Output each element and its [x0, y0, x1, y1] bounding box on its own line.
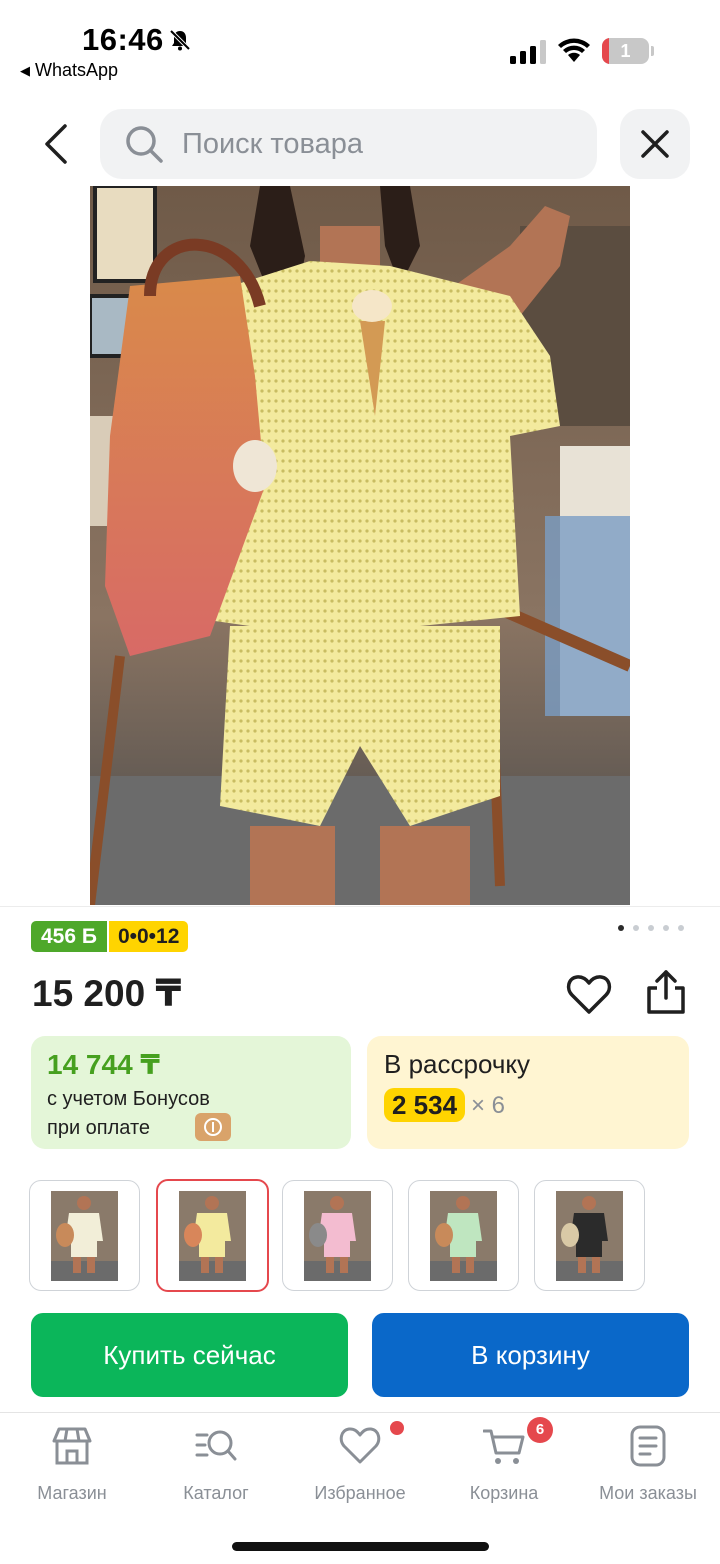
cart-count-badge: 6 [527, 1417, 553, 1443]
variant-thumbnail-black[interactable] [534, 1180, 645, 1291]
section-divider [0, 906, 720, 907]
share-icon [647, 970, 685, 1014]
search-input[interactable] [182, 127, 562, 161]
tab-cart[interactable]: Корзина [432, 1425, 576, 1504]
gallery-dot [648, 925, 654, 931]
cellular-signal-icon [510, 40, 546, 64]
variant-image [51, 1191, 118, 1281]
installment-badge: 0•0•12 [108, 921, 189, 952]
bonus-price-card[interactable]: 14 744 ₸ с учетом Бонусов при оплате [31, 1036, 351, 1149]
variant-image [430, 1191, 497, 1281]
back-app-label: WhatsApp [35, 60, 119, 80]
tab-orders-label: Мои заказы [599, 1483, 697, 1503]
gallery-dot [633, 925, 639, 931]
variant-image [179, 1191, 246, 1281]
share-button[interactable] [643, 968, 689, 1016]
search-bar[interactable] [100, 109, 597, 179]
bonus-badge: 456 Б [31, 921, 107, 952]
back-button[interactable] [30, 116, 80, 172]
chevron-left-icon [45, 124, 67, 164]
battery-indicator: 1 [602, 38, 654, 64]
bottom-tab-bar: Магазин Каталог Избранное Корзина 6 Мои … [0, 1413, 720, 1523]
cart-icon [483, 1429, 525, 1464]
gallery-dot [678, 925, 684, 931]
product-price: 15 200 ₸ [32, 973, 182, 1014]
home-indicator[interactable] [232, 1542, 489, 1551]
product-image [90, 186, 630, 905]
tab-favorites[interactable]: Избранное [288, 1425, 432, 1504]
bonus-note-line2: при оплате [47, 1117, 151, 1139]
favorite-button[interactable] [566, 972, 612, 1016]
installment-title: В рассрочку [384, 1049, 531, 1079]
tab-catalog-label: Каталог [183, 1483, 249, 1503]
close-button[interactable] [620, 109, 690, 179]
installment-amount: 2 534 [384, 1088, 466, 1122]
variant-thumbnail-cream[interactable] [29, 1180, 140, 1291]
variant-thumbnail-mint[interactable] [408, 1180, 519, 1291]
variant-thumbnail-yellow[interactable] [156, 1179, 269, 1292]
tab-catalog[interactable]: Каталог [144, 1425, 288, 1504]
tab-favorites-label: Избранное [314, 1483, 406, 1503]
status-time: 16:46 [82, 22, 164, 57]
add-to-cart-button[interactable]: В корзину [372, 1313, 689, 1397]
wifi-icon [558, 38, 590, 62]
bonus-note-line1: с учетом Бонусов [47, 1088, 210, 1110]
promo-badges: 456 Б 0•0•12 [31, 921, 189, 952]
product-photo[interactable] [90, 186, 630, 905]
back-triangle-icon: ◀ [20, 63, 30, 78]
orders-icon [630, 1425, 666, 1467]
gallery-pagination [618, 925, 684, 931]
bell-muted-icon [169, 29, 191, 51]
gallery-dot [663, 925, 669, 931]
catalog-search-icon [195, 1430, 237, 1461]
gallery-dot [618, 925, 624, 931]
favorites-notification-dot [390, 1421, 404, 1435]
heart-icon [339, 1427, 381, 1464]
installment-multiplier: × 6 [471, 1092, 506, 1119]
store-icon [52, 1427, 92, 1465]
heart-icon [566, 975, 612, 1014]
status-bar: 16:46 ◀ WhatsApp 1 [0, 0, 720, 96]
variant-thumbnail-pink[interactable] [282, 1180, 393, 1291]
variant-image [304, 1191, 371, 1281]
payment-app-icon [195, 1113, 231, 1141]
close-icon [641, 130, 669, 158]
tab-store[interactable]: Магазин [0, 1425, 144, 1504]
bonus-price: 14 744 ₸ [47, 1049, 160, 1080]
back-to-app-link[interactable]: ◀ WhatsApp [20, 60, 118, 81]
tab-store-label: Магазин [37, 1483, 107, 1503]
search-icon [126, 126, 163, 163]
buy-now-button[interactable]: Купить сейчас [31, 1313, 348, 1397]
variant-image [556, 1191, 623, 1281]
installment-card[interactable]: В рассрочку 2 534 × 6 [367, 1036, 689, 1149]
tab-orders[interactable]: Мои заказы [576, 1425, 720, 1504]
tab-cart-label: Корзина [469, 1483, 539, 1503]
variant-thumbnails [29, 1179, 669, 1292]
battery-level: 1 [620, 41, 631, 61]
